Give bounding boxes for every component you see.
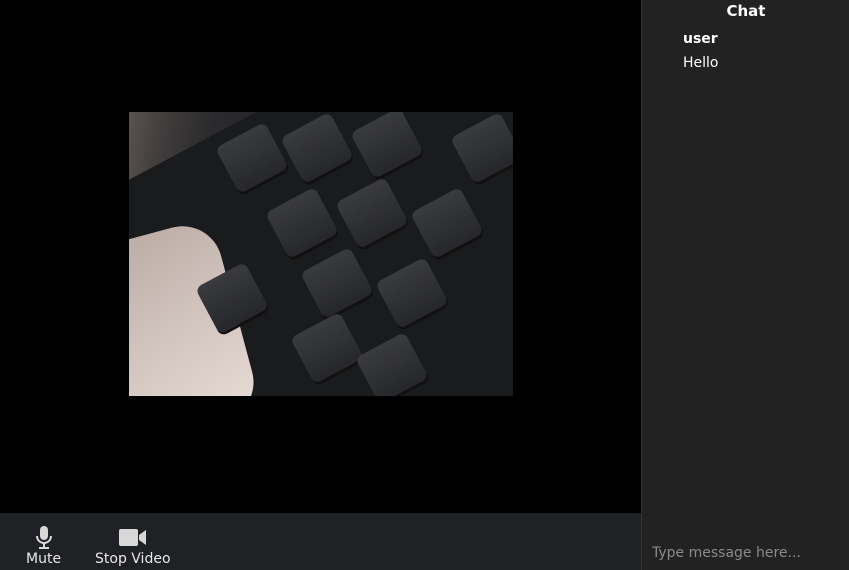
chat-message-text: Hello xyxy=(683,55,719,71)
stop-video-button[interactable]: Stop Video xyxy=(95,525,171,567)
video-area xyxy=(0,0,641,513)
mute-button[interactable]: Mute xyxy=(26,525,61,567)
chat-title: Chat xyxy=(726,2,766,20)
microphone-icon xyxy=(35,526,52,549)
video-camera-icon xyxy=(118,529,146,546)
stop-video-label: Stop Video xyxy=(95,551,171,567)
chat-panel: Chat user Hello xyxy=(641,0,849,570)
chat-message-input[interactable] xyxy=(650,540,846,566)
mute-label: Mute xyxy=(26,551,62,567)
meeting-toolbar: Mute Stop Video xyxy=(0,513,641,570)
chat-message-user: user xyxy=(683,31,718,47)
video-feed xyxy=(129,112,513,396)
